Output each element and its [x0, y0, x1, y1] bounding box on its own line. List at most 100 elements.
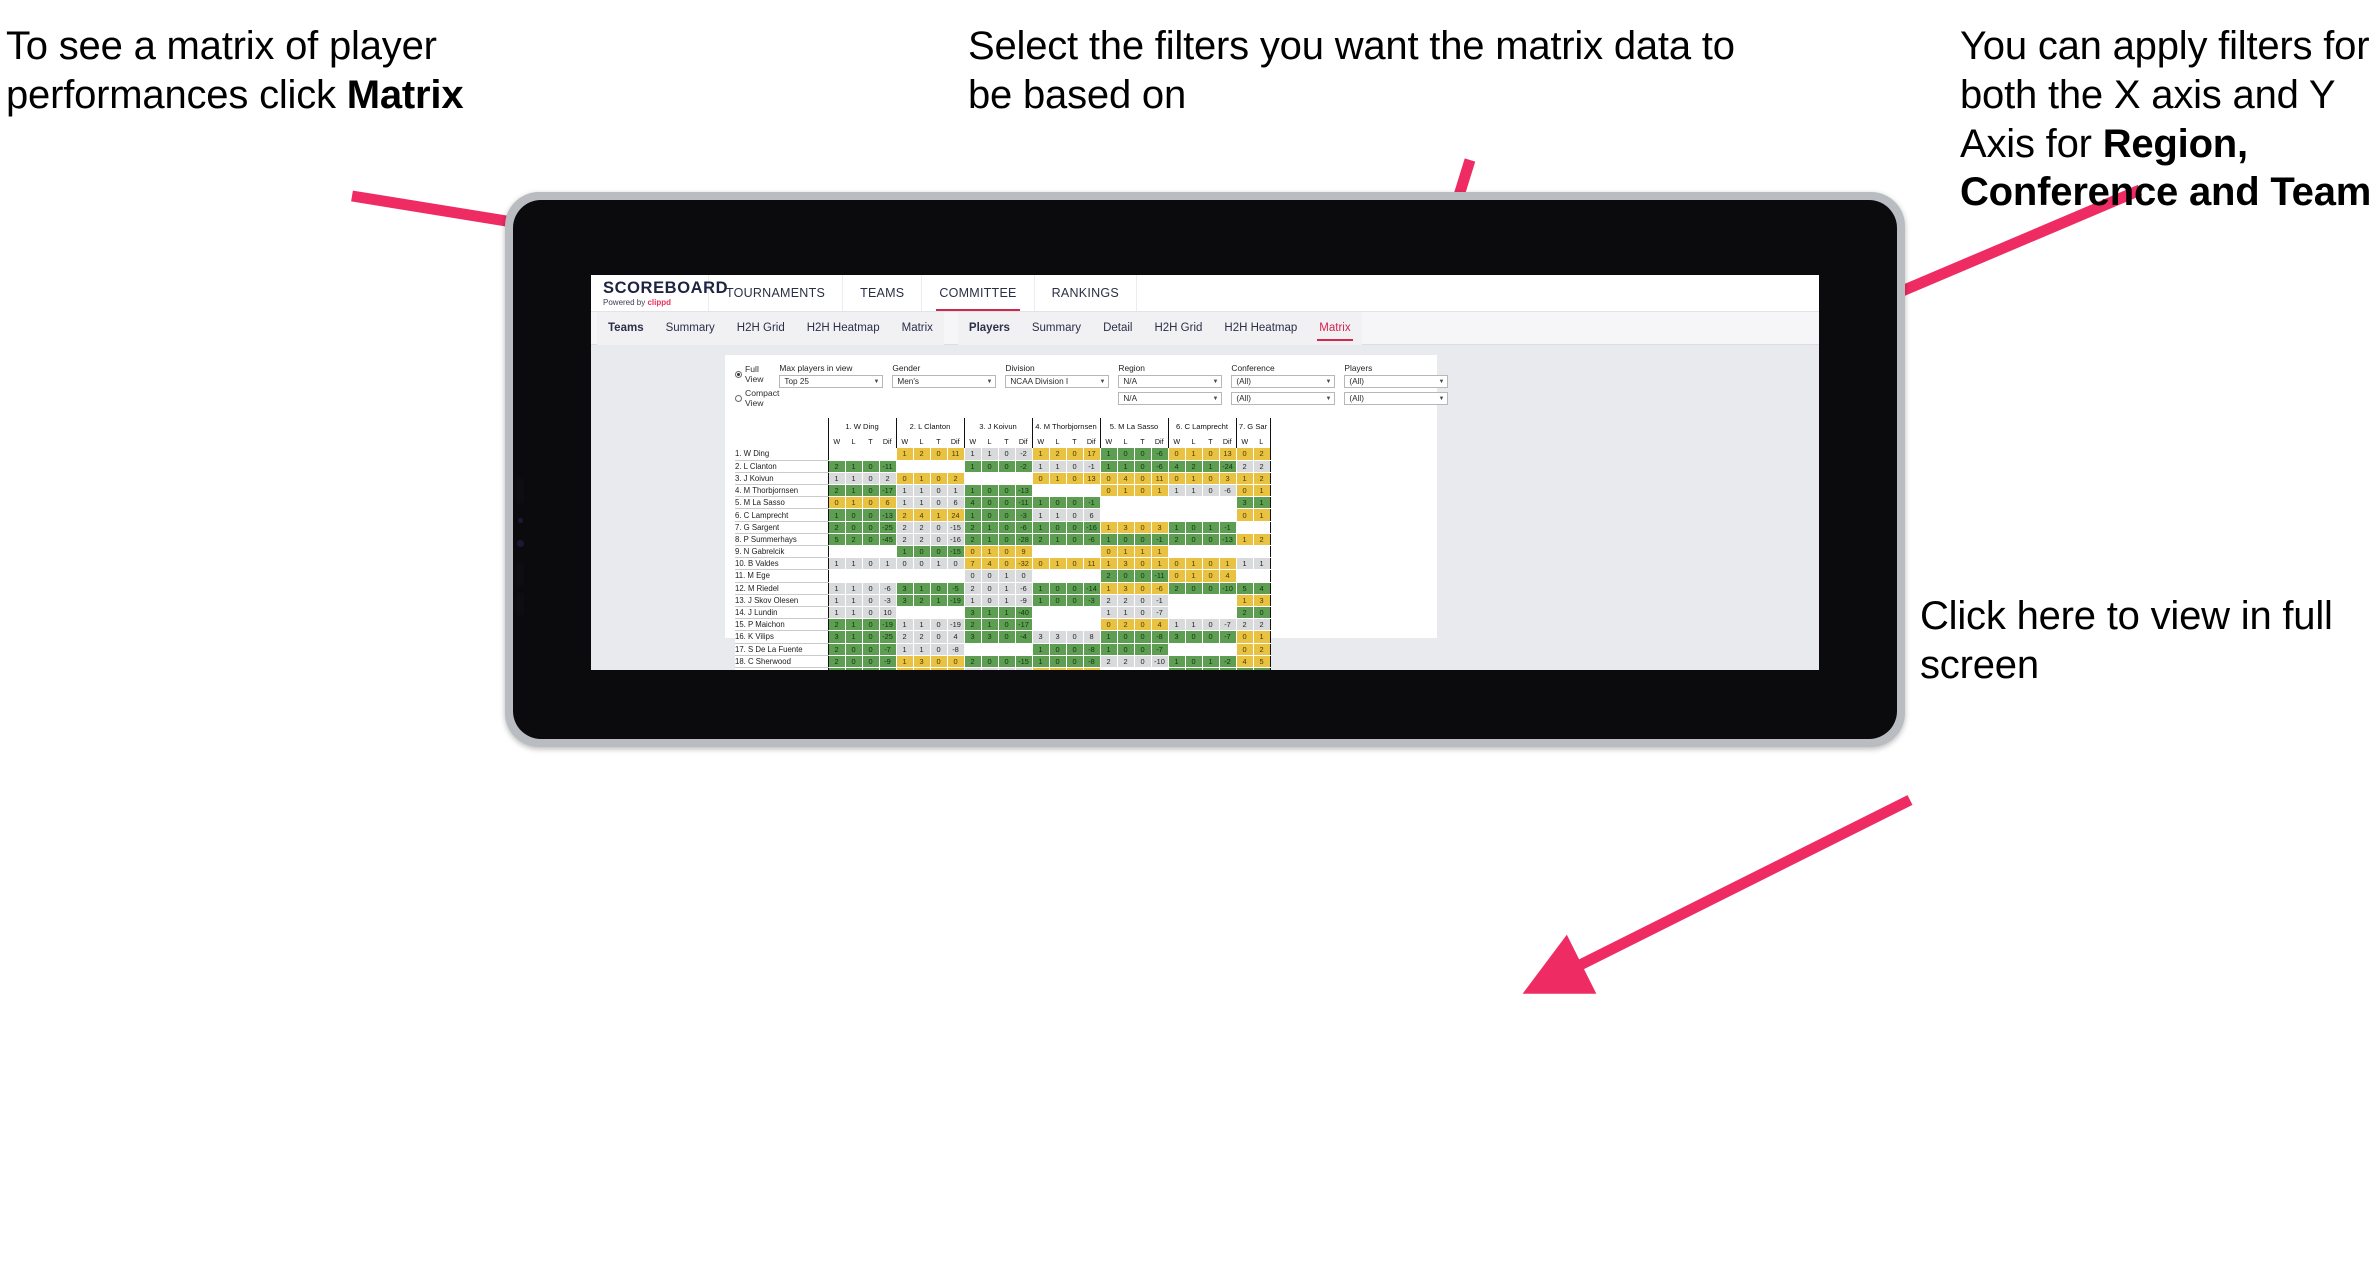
matrix-cell[interactable]: -7: [1219, 630, 1237, 644]
matrix-cell[interactable]: 0: [1134, 618, 1152, 632]
matrix-cell[interactable]: [1099, 667, 1118, 670]
matrix-row[interactable]: 19. D Ford210-27250-20111-101013320-1620: [735, 667, 1271, 670]
matrix-cell[interactable]: 0: [1134, 521, 1152, 534]
matrix-cell[interactable]: [1167, 643, 1186, 656]
matrix-cell[interactable]: [827, 569, 846, 583]
matrix-cell[interactable]: 1: [913, 582, 931, 595]
matrix-cell[interactable]: 0: [1185, 533, 1203, 547]
matrix-cell[interactable]: [947, 606, 965, 620]
matrix-row-label[interactable]: 14. J Lundin: [735, 606, 828, 620]
matrix-cell[interactable]: 1: [1099, 533, 1118, 547]
filter-region-y-select[interactable]: N/A ▼: [1118, 392, 1223, 405]
matrix-cell[interactable]: 2: [895, 533, 914, 547]
matrix-cell[interactable]: 2: [1099, 569, 1118, 583]
nav-item-rankings[interactable]: RANKINGS: [1035, 275, 1137, 311]
matrix-cell[interactable]: [1185, 508, 1203, 522]
matrix-cell[interactable]: 2: [1253, 643, 1271, 656]
matrix-cell[interactable]: 1: [1099, 460, 1118, 473]
matrix-cell[interactable]: 1: [1117, 545, 1135, 559]
matrix-cell[interactable]: 2: [913, 448, 931, 461]
matrix-cell[interactable]: 0: [998, 655, 1016, 668]
matrix-cell[interactable]: 1: [1185, 557, 1203, 571]
matrix-cell[interactable]: [1066, 618, 1084, 632]
matrix-cell[interactable]: 0: [1049, 496, 1067, 510]
matrix-cell[interactable]: 1: [1185, 472, 1203, 486]
matrix-cell[interactable]: 2: [963, 655, 982, 668]
matrix-cell[interactable]: 2: [1253, 533, 1271, 547]
matrix-cell[interactable]: 0: [862, 643, 880, 656]
matrix-cell[interactable]: 1: [1185, 618, 1203, 632]
matrix-cell[interactable]: 1: [1185, 448, 1203, 461]
matrix-cell[interactable]: 1: [1202, 521, 1220, 534]
matrix-cell[interactable]: 1: [1202, 655, 1220, 668]
matrix-cell[interactable]: 2: [1099, 594, 1118, 607]
matrix-cell[interactable]: 1: [1099, 630, 1118, 644]
matrix-cell[interactable]: 0: [862, 533, 880, 547]
matrix-cell[interactable]: 1: [827, 472, 846, 486]
matrix-cell[interactable]: 2: [1185, 460, 1203, 473]
matrix-col-header[interactable]: 7. G Sar: [1235, 418, 1271, 434]
tab-players-h2h-heatmap[interactable]: H2H Heatmap: [1213, 312, 1308, 345]
matrix-cell[interactable]: 0: [998, 557, 1016, 571]
matrix-cell[interactable]: 0: [845, 643, 863, 656]
matrix-cell[interactable]: 0: [1202, 569, 1220, 583]
matrix-cell[interactable]: 0: [981, 655, 999, 668]
matrix-cell[interactable]: -28: [1015, 533, 1033, 547]
matrix-cell[interactable]: -2: [1015, 448, 1033, 461]
radio-full-view[interactable]: Full View: [735, 364, 779, 384]
matrix-cell[interactable]: [845, 448, 863, 461]
matrix-cell[interactable]: 0: [998, 460, 1016, 473]
matrix-cell[interactable]: 0: [998, 521, 1016, 534]
tab-teams-h2h-heatmap[interactable]: H2H Heatmap: [796, 312, 891, 345]
matrix-cell[interactable]: [895, 569, 914, 583]
matrix-cell[interactable]: 13: [1083, 667, 1101, 670]
matrix-cell[interactable]: 1: [895, 643, 914, 656]
matrix-cell[interactable]: -8: [1083, 643, 1101, 656]
matrix-cell[interactable]: 0: [963, 545, 982, 559]
matrix-cell[interactable]: [1083, 618, 1101, 632]
tab-teams-matrix[interactable]: Matrix: [891, 312, 944, 345]
matrix-cell[interactable]: 0: [1202, 618, 1220, 632]
tab-players-matrix[interactable]: Matrix: [1308, 312, 1361, 345]
matrix-cell[interactable]: 1: [1167, 618, 1186, 632]
matrix-cell[interactable]: 1: [845, 667, 863, 670]
matrix-row[interactable]: 11. M Ege 0 0 1 0 2 0 0 -11 0 1 0 4: [735, 569, 1271, 583]
matrix-cell[interactable]: [913, 569, 931, 583]
matrix-cell[interactable]: 0: [930, 484, 948, 498]
matrix-row[interactable]: 13. J Skov Olesen 1 1 0 -3 3 2 1 -19 1 0 1 -9 1 0 0 -3 2 2…: [735, 594, 1271, 607]
matrix-cell[interactable]: 1: [1049, 667, 1067, 670]
matrix-cell[interactable]: 2: [1167, 533, 1186, 547]
matrix-cell[interactable]: 2: [827, 484, 846, 498]
matrix-cell[interactable]: [1151, 496, 1169, 510]
matrix-row[interactable]: 14. J Lundin 1 1 0 10 3 1 1 -40 1 1 0 -7 2 0: [735, 606, 1271, 620]
matrix-cell[interactable]: -6: [1151, 582, 1169, 595]
matrix-cell[interactable]: 0: [862, 484, 880, 498]
nav-item-tournaments[interactable]: TOURNAMENTS: [709, 275, 844, 311]
matrix-cell[interactable]: 2: [913, 533, 931, 547]
matrix-cell[interactable]: 2: [1031, 533, 1050, 547]
matrix-cell[interactable]: [1049, 618, 1067, 632]
matrix-cell[interactable]: [1083, 606, 1101, 620]
matrix-cell[interactable]: -1: [1083, 496, 1101, 510]
matrix-cell[interactable]: -3: [1015, 508, 1033, 522]
matrix-cell[interactable]: [1202, 508, 1220, 522]
matrix-cell[interactable]: 1: [1031, 508, 1050, 522]
matrix-cell[interactable]: [1202, 496, 1220, 510]
matrix-cell[interactable]: [1167, 508, 1186, 522]
matrix-cell[interactable]: 0: [862, 630, 880, 644]
matrix-cell[interactable]: 1: [1167, 521, 1186, 534]
matrix-cell[interactable]: -8: [947, 643, 965, 656]
matrix-cell[interactable]: 2: [947, 472, 965, 486]
matrix-cell[interactable]: 0: [998, 448, 1016, 461]
matrix-cell[interactable]: 17: [1083, 448, 1101, 461]
matrix-cell[interactable]: -19: [947, 618, 965, 632]
matrix-cell[interactable]: -1: [1015, 667, 1033, 670]
matrix-cell[interactable]: 1: [963, 448, 982, 461]
matrix-cell[interactable]: 1: [1219, 557, 1237, 571]
matrix-row-label[interactable]: 16. K Vilips: [735, 630, 828, 644]
matrix-cell[interactable]: 2: [1117, 594, 1135, 607]
matrix-cell[interactable]: 0: [1253, 667, 1271, 670]
matrix-cell[interactable]: [1167, 496, 1186, 510]
matrix-row[interactable]: 12. M Riedel 1 1 0 -6 3 1 0 -5 2 0 1 -6 1 0 0 -14 1 3 0 -6 2 0…: [735, 582, 1271, 595]
matrix-cell[interactable]: 0: [930, 448, 948, 461]
